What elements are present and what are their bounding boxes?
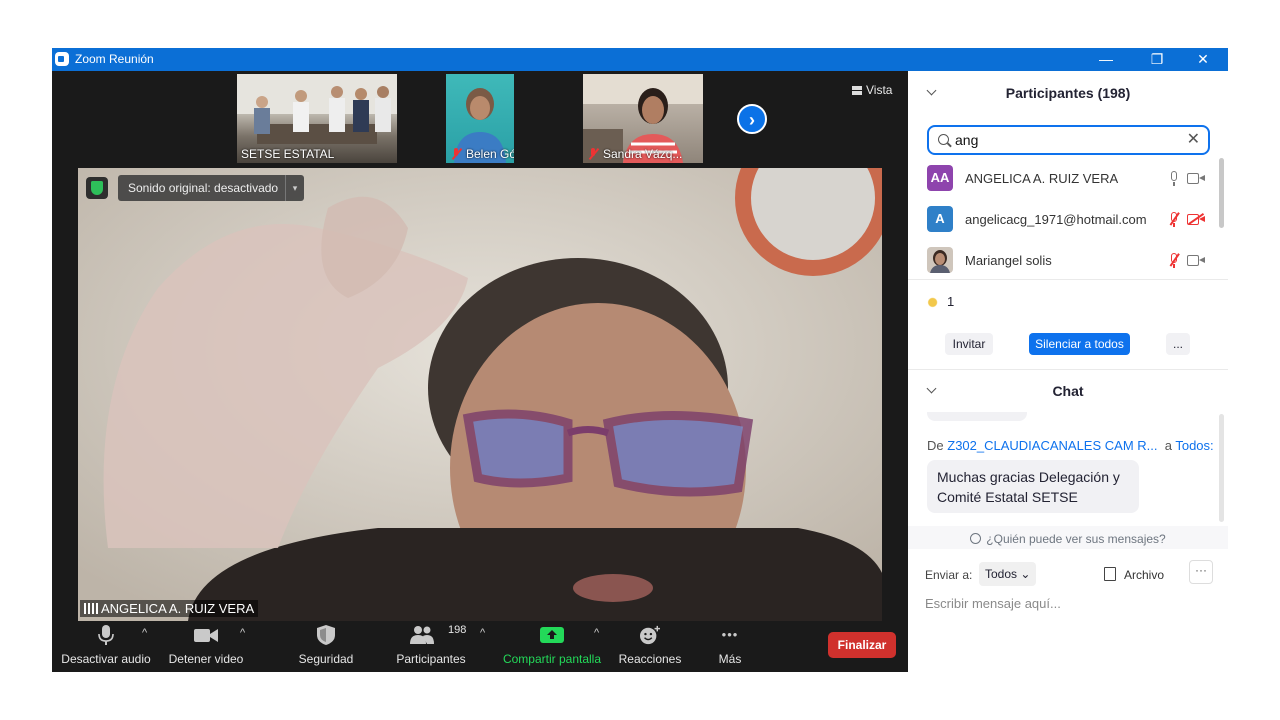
more-button[interactable]: ••• Más	[704, 621, 756, 672]
participant-search-input[interactable]	[955, 131, 1175, 149]
person-info-icon	[970, 533, 982, 544]
participant-name: ANGELICA A. RUIZ VERA	[965, 171, 1119, 186]
original-sound-toggle[interactable]: Sonido original: desactivado ▾	[118, 175, 304, 201]
participants-more-button[interactable]: ...	[1166, 333, 1190, 355]
divider	[908, 279, 1228, 280]
invite-button[interactable]: Invitar	[945, 333, 993, 355]
next-page-arrow-icon[interactable]: ›	[737, 104, 767, 134]
muted-mic-icon[interactable]	[1169, 253, 1180, 269]
participants-panel-title: Participantes (198)	[1005, 85, 1131, 101]
side-panel: Participantes (198) ✕ AA ANGELICA A. RUI…	[908, 71, 1228, 672]
participant-row[interactable]: Mariangel solis	[908, 241, 1218, 281]
participants-scrollbar[interactable]	[1219, 158, 1224, 228]
participant-search[interactable]: ✕	[927, 125, 1210, 155]
end-meeting-button[interactable]: Finalizar	[828, 632, 896, 658]
raised-hand-icon	[927, 294, 941, 308]
muted-mic-icon	[587, 148, 599, 160]
video-camera-icon	[194, 629, 218, 642]
participant-name: angelicacg_1971@hotmail.com	[965, 212, 1147, 227]
window-title: Zoom Reunión	[75, 52, 154, 66]
microphone-icon	[98, 625, 114, 645]
speaker-video-image	[78, 168, 882, 621]
avatar: A	[927, 206, 953, 232]
reactions-button[interactable]: Reacciones	[612, 621, 688, 672]
audio-options-caret[interactable]: ^	[142, 627, 147, 639]
share-screen-button[interactable]: Compartir pantalla	[500, 621, 604, 672]
file-button[interactable]: Archivo	[1104, 567, 1164, 582]
zoom-logo-icon	[55, 52, 69, 66]
zoom-window: Zoom Reunión — ❐ ✕ SETSE ESTATAL Belen G…	[52, 48, 1228, 672]
shield-icon[interactable]	[86, 177, 108, 199]
share-options-caret[interactable]: ^	[594, 627, 599, 639]
chat-message-input[interactable]	[925, 593, 1205, 613]
send-to-dropdown[interactable]: Todos ⌄	[979, 562, 1037, 586]
shield-icon	[317, 625, 335, 645]
muted-mic-icon	[450, 148, 462, 160]
collapse-chevron-icon[interactable]	[926, 85, 937, 96]
original-sound-label: Sonido original: desactivado	[128, 181, 279, 195]
participants-count: 198	[448, 624, 467, 636]
participants-button[interactable]: 198 Participantes	[386, 621, 476, 672]
mute-all-button[interactable]: Silenciar a todos	[1029, 333, 1130, 355]
clear-search-icon[interactable]: ✕	[1187, 131, 1200, 149]
video-options-caret[interactable]: ^	[240, 627, 245, 639]
raised-hands-count: 1	[927, 294, 954, 309]
send-to-label: Enviar a:	[925, 568, 973, 582]
avatar: AA	[927, 165, 953, 191]
participants-icon	[410, 626, 434, 644]
participant-row[interactable]: A angelicacg_1971@hotmail.com	[908, 200, 1218, 240]
participants-panel-header: Participantes (198)	[908, 74, 1228, 112]
active-speaker-video	[78, 168, 882, 621]
microphone-icon[interactable]	[1169, 171, 1179, 187]
minimize-button[interactable]: —	[1083, 48, 1129, 71]
recipient-link[interactable]: Todos:	[1175, 438, 1213, 453]
thumbnail-video[interactable]: Belen Gómez	[446, 74, 514, 163]
participant-row[interactable]: AA ANGELICA A. RUIZ VERA	[908, 159, 1218, 199]
sender-name-link[interactable]: Z302_CLAUDIACANALES CAM R...	[947, 438, 1157, 453]
chat-more-button[interactable]: ···	[1189, 560, 1213, 584]
title-bar: Zoom Reunión — ❐ ✕	[52, 48, 1228, 71]
search-icon	[938, 134, 949, 145]
thumbnail-video[interactable]: Sandra Vázq...	[583, 74, 703, 163]
mute-audio-button[interactable]: Desactivar audio	[56, 621, 156, 672]
chat-message-bubble: Muchas gracias Delegación y Comité Estat…	[927, 460, 1139, 513]
file-icon	[1104, 567, 1116, 581]
avatar	[927, 247, 953, 273]
muted-mic-icon[interactable]	[1169, 212, 1180, 228]
speaker-name-label: ANGELICA A. RUIZ VERA	[80, 600, 259, 617]
chat-scrollbar[interactable]	[1219, 414, 1224, 522]
divider	[908, 369, 1228, 370]
share-screen-icon	[540, 627, 564, 643]
participant-name: Mariangel solis	[965, 253, 1052, 268]
video-camera-icon[interactable]	[1187, 173, 1205, 184]
chat-panel-header: Chat	[908, 372, 1228, 410]
grid-view-icon	[852, 86, 862, 95]
restore-button[interactable]: ❐	[1134, 48, 1180, 71]
chat-message-sender: De Z302_CLAUDIACANALES CAM R... a Todos:	[927, 438, 1214, 453]
security-button[interactable]: Seguridad	[286, 621, 366, 672]
video-off-icon[interactable]	[1187, 212, 1205, 225]
thumbnail-name: SETSE ESTATAL	[241, 147, 335, 161]
thumbnail-name: Belen Gómez	[450, 147, 514, 161]
reactions-smiley-icon	[640, 625, 660, 645]
collapse-chevron-icon[interactable]	[926, 383, 937, 394]
thumbnail-name: Sandra Vázq...	[587, 147, 682, 161]
chevron-down-icon: ⌄	[1020, 567, 1031, 581]
signal-bars-icon	[84, 603, 98, 614]
close-button[interactable]: ✕	[1180, 48, 1226, 71]
who-can-see-messages-link[interactable]: ¿Quién puede ver sus mensajes?	[908, 526, 1228, 549]
meeting-toolbar: Desactivar audio ^ Detener video ^ Segur…	[52, 621, 908, 672]
more-dots-icon: •••	[721, 627, 739, 642]
meeting-area: SETSE ESTATAL Belen Gómez Sandra Vázq...	[52, 71, 908, 672]
view-button[interactable]: Vista	[852, 83, 892, 97]
chat-panel-title: Chat	[1052, 383, 1084, 399]
previous-message-bubble	[927, 412, 1027, 421]
original-sound-dropdown[interactable]: ▾	[285, 175, 304, 201]
participants-options-caret[interactable]: ^	[480, 627, 485, 639]
video-camera-icon[interactable]	[1187, 255, 1205, 266]
thumbnail-video[interactable]: SETSE ESTATAL	[237, 74, 397, 163]
